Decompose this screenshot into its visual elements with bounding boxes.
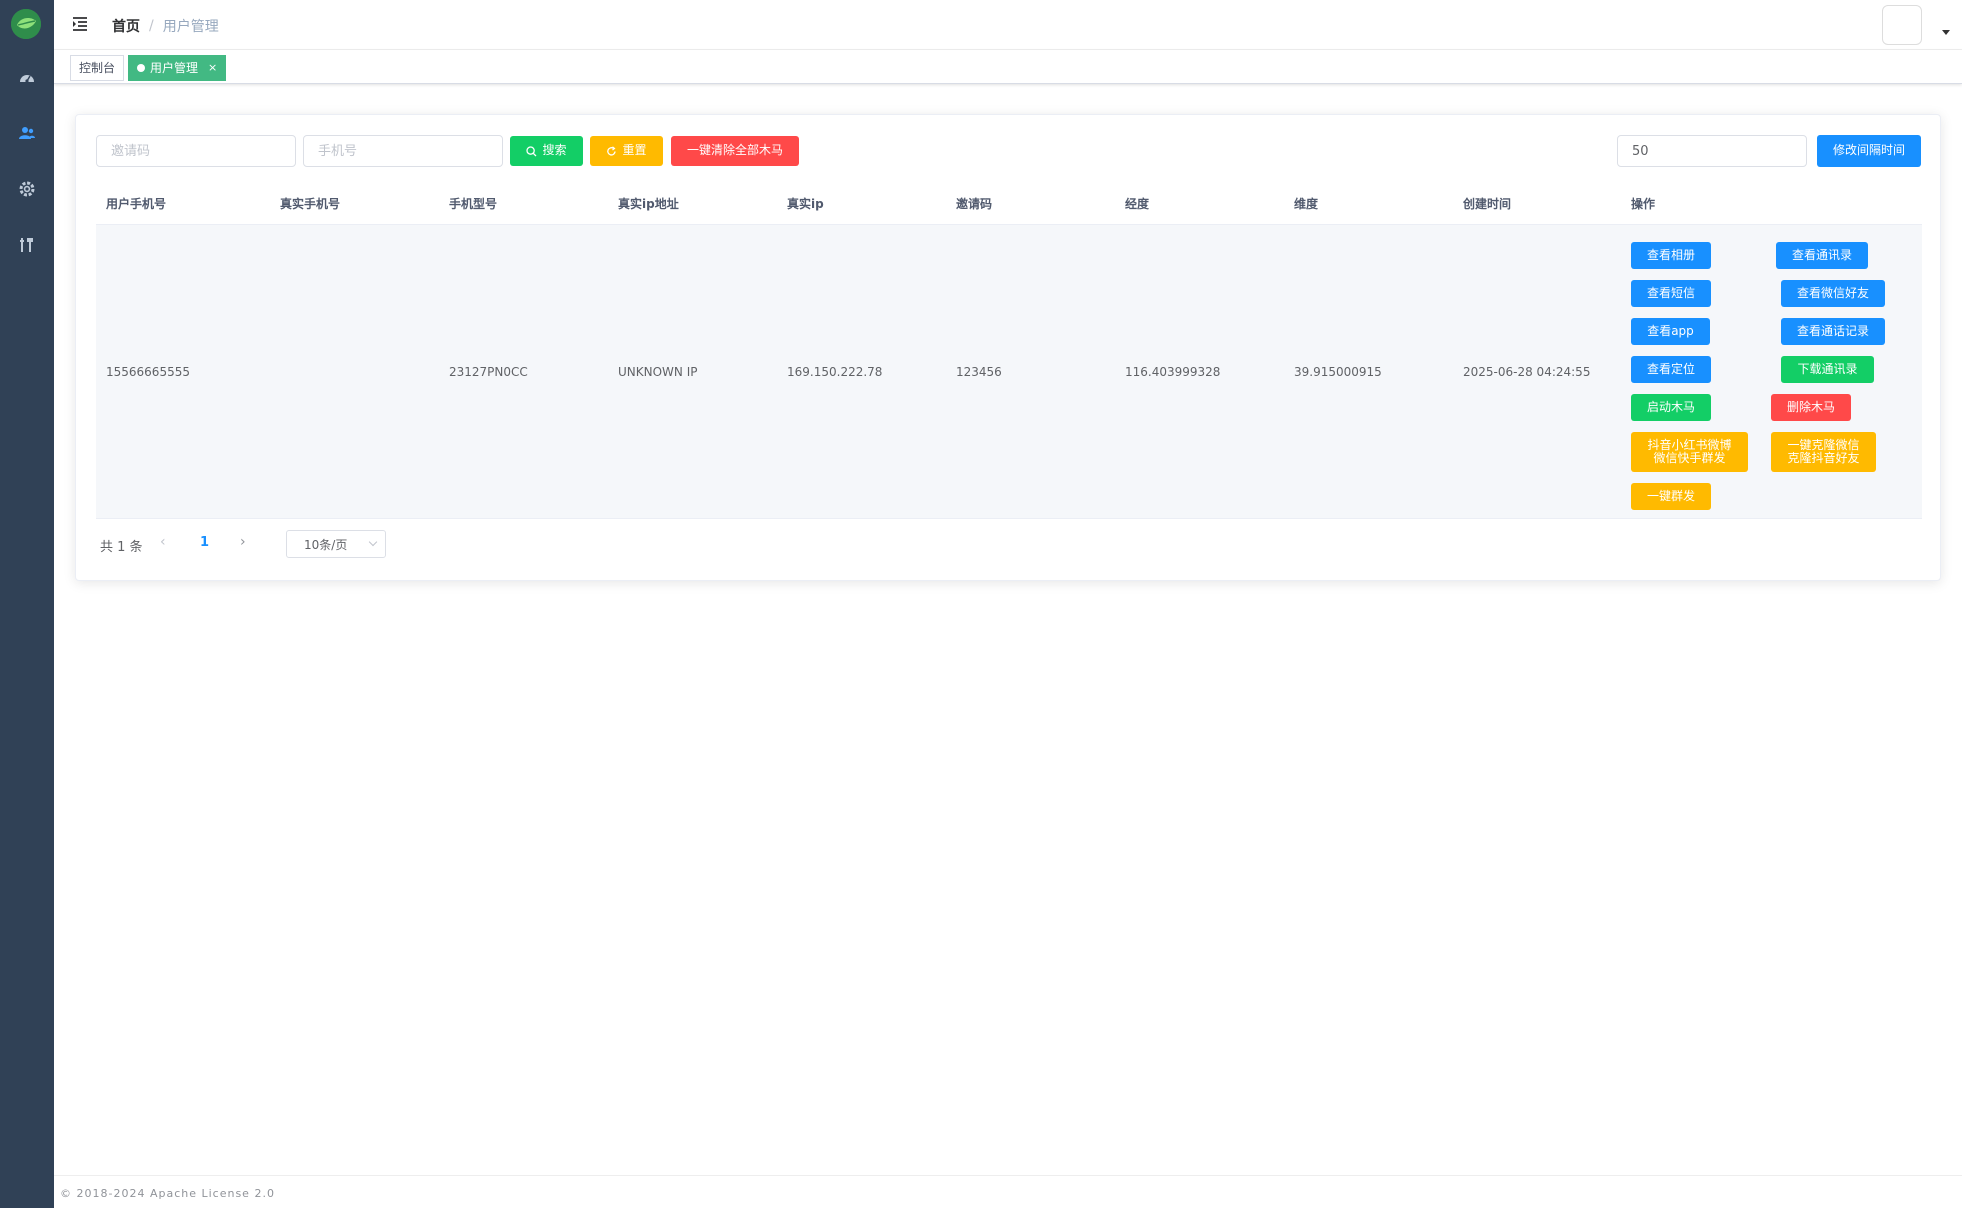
invite-code-input[interactable] bbox=[96, 135, 296, 167]
sidebar bbox=[0, 0, 54, 1208]
chevron-left-icon[interactable]: ‹ bbox=[160, 534, 166, 550]
mass-send-social-button[interactable]: 抖音小红书微博 微信快手群发 bbox=[1631, 432, 1748, 472]
user-management-card: 搜索 重置 一键清除全部木马 修改间隔时间 用户手机号 真实手机号 手机型号 真… bbox=[75, 114, 1941, 581]
mass-send-line2: 微信快手群发 bbox=[1653, 451, 1726, 465]
column-real-ip: 真实ip bbox=[787, 197, 824, 211]
tools-icon[interactable] bbox=[17, 235, 37, 255]
tags-view: 控制台 用户管理 × bbox=[54, 50, 1962, 84]
cell-invite-code: 123456 bbox=[956, 365, 1002, 379]
interval-input[interactable] bbox=[1617, 135, 1807, 167]
caret-down-icon[interactable] bbox=[1942, 30, 1950, 35]
cell-longitude: 116.403999328 bbox=[1125, 365, 1221, 379]
column-real-phone: 真实手机号 bbox=[280, 197, 341, 211]
tag-user-management[interactable]: 用户管理 × bbox=[128, 55, 227, 81]
breadcrumb: 首页 / 用户管理 bbox=[112, 16, 219, 36]
active-dot-icon bbox=[137, 64, 145, 72]
column-user-phone: 用户手机号 bbox=[106, 197, 167, 211]
column-longitude: 经度 bbox=[1125, 197, 1150, 211]
view-location-button[interactable]: 查看定位 bbox=[1631, 356, 1711, 383]
breadcrumb-separator: / bbox=[149, 18, 154, 34]
footer: © 2018-2024 Apache License 2.0 bbox=[54, 1175, 1962, 1208]
tag-console[interactable]: 控制台 bbox=[70, 55, 125, 81]
view-album-button[interactable]: 查看相册 bbox=[1631, 242, 1711, 269]
hamburger-icon[interactable] bbox=[70, 14, 90, 34]
one-click-send-button[interactable]: 一键群发 bbox=[1631, 483, 1711, 510]
column-created-time: 创建时间 bbox=[1463, 197, 1512, 211]
column-invite-code: 邀请码 bbox=[956, 197, 993, 211]
search-button[interactable]: 搜索 bbox=[510, 136, 583, 166]
cell-real-ip: 169.150.222.78 bbox=[787, 365, 883, 379]
view-contacts-button[interactable]: 查看通讯录 bbox=[1776, 242, 1868, 269]
search-icon bbox=[526, 145, 537, 156]
page-size-select[interactable]: 10条/页 bbox=[286, 530, 386, 558]
modify-interval-button[interactable]: 修改间隔时间 bbox=[1817, 135, 1921, 167]
chevron-right-icon[interactable]: › bbox=[240, 534, 246, 550]
cell-real-ip-address: UNKNOWN IP bbox=[618, 365, 698, 379]
start-trojan-button[interactable]: 启动木马 bbox=[1631, 394, 1711, 421]
column-actions: 操作 bbox=[1631, 197, 1656, 211]
table-header: 用户手机号 真实手机号 手机型号 真实ip地址 真实ip 邀请码 经度 维度 创… bbox=[96, 179, 1922, 225]
logo-icon[interactable] bbox=[11, 9, 41, 39]
view-call-log-button[interactable]: 查看通话记录 bbox=[1781, 318, 1885, 345]
column-model: 手机型号 bbox=[449, 197, 498, 211]
delete-trojan-button[interactable]: 删除木马 bbox=[1771, 394, 1851, 421]
pagination-total: 共 1 条 bbox=[100, 540, 143, 555]
tag-user-management-label: 用户管理 bbox=[150, 61, 199, 75]
phone-input[interactable] bbox=[303, 135, 503, 167]
reset-button-label: 重置 bbox=[622, 143, 647, 158]
reset-button[interactable]: 重置 bbox=[590, 136, 663, 166]
dashboard-icon[interactable] bbox=[17, 68, 37, 88]
tag-console-label: 控制台 bbox=[79, 61, 116, 75]
refresh-icon bbox=[607, 145, 617, 156]
settings-icon[interactable] bbox=[17, 179, 37, 199]
column-real-ip-address: 真实ip地址 bbox=[618, 197, 679, 211]
page-size-label: 10条/页 bbox=[304, 537, 348, 552]
clear-all-trojans-button[interactable]: 一键清除全部木马 bbox=[671, 136, 799, 166]
breadcrumb-current: 用户管理 bbox=[162, 19, 219, 35]
cell-user-phone: 15566665555 bbox=[106, 365, 190, 379]
cell-created-time: 2025-06-28 04:24:55 bbox=[1463, 365, 1591, 379]
chevron-down-icon bbox=[368, 537, 378, 547]
breadcrumb-home[interactable]: 首页 bbox=[112, 16, 140, 36]
search-button-label: 搜索 bbox=[542, 143, 567, 158]
cell-model: 23127PN0CC bbox=[449, 365, 528, 379]
navbar: 首页 / 用户管理 bbox=[54, 0, 1962, 50]
cell-latitude: 39.915000915 bbox=[1294, 365, 1382, 379]
view-app-button[interactable]: 查看app bbox=[1631, 318, 1710, 345]
column-latitude: 维度 bbox=[1294, 197, 1319, 211]
footer-copyright: © 2018-2024 Apache License 2.0 bbox=[60, 1187, 275, 1200]
pagination-page[interactable]: 1 bbox=[200, 535, 209, 550]
view-wechat-friends-button[interactable]: 查看微信好友 bbox=[1781, 280, 1885, 307]
clone-line2: 克隆抖音好友 bbox=[1787, 451, 1860, 465]
view-sms-button[interactable]: 查看短信 bbox=[1631, 280, 1711, 307]
download-contacts-button[interactable]: 下载通讯录 bbox=[1781, 356, 1874, 383]
avatar[interactable] bbox=[1882, 5, 1922, 45]
clone-friends-button[interactable]: 一键克隆微信 克隆抖音好友 bbox=[1771, 432, 1876, 472]
close-icon[interactable]: × bbox=[208, 56, 217, 80]
users-icon[interactable] bbox=[17, 123, 37, 143]
table-row: 15566665555 23127PN0CC UNKNOWN IP 169.15… bbox=[96, 225, 1922, 519]
